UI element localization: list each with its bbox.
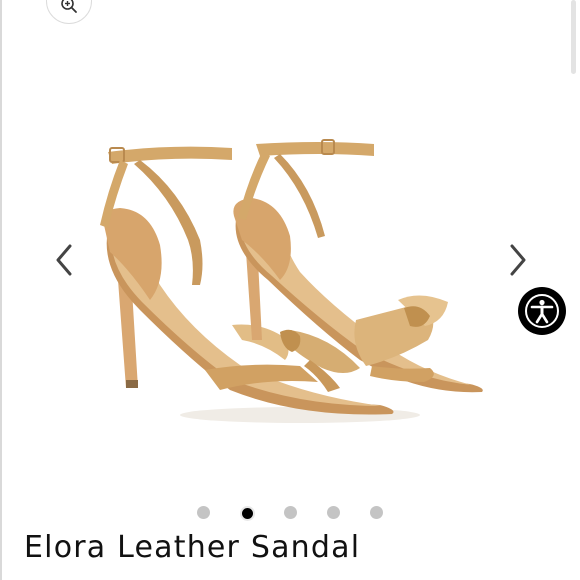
carousel-dot[interactable]	[327, 506, 340, 519]
previous-image-button[interactable]	[52, 240, 76, 280]
magnifier-zoom-icon	[61, 0, 77, 13]
carousel-dot-active[interactable]	[240, 506, 255, 521]
next-image-button[interactable]	[506, 240, 530, 280]
carousel-dot[interactable]	[370, 506, 383, 519]
chevron-left-icon	[56, 244, 72, 276]
carousel-dot[interactable]	[197, 506, 210, 519]
product-image-carousel[interactable]	[0, 40, 580, 490]
carousel-pagination	[0, 506, 580, 522]
chevron-right-icon	[510, 244, 526, 276]
accessibility-person-icon	[525, 294, 559, 328]
product-image	[100, 139, 483, 423]
carousel-dot[interactable]	[284, 506, 297, 519]
accessibility-button[interactable]	[518, 287, 566, 335]
product-title: Elora Leather Sandal	[24, 530, 361, 565]
zoom-button[interactable]	[46, 0, 92, 24]
